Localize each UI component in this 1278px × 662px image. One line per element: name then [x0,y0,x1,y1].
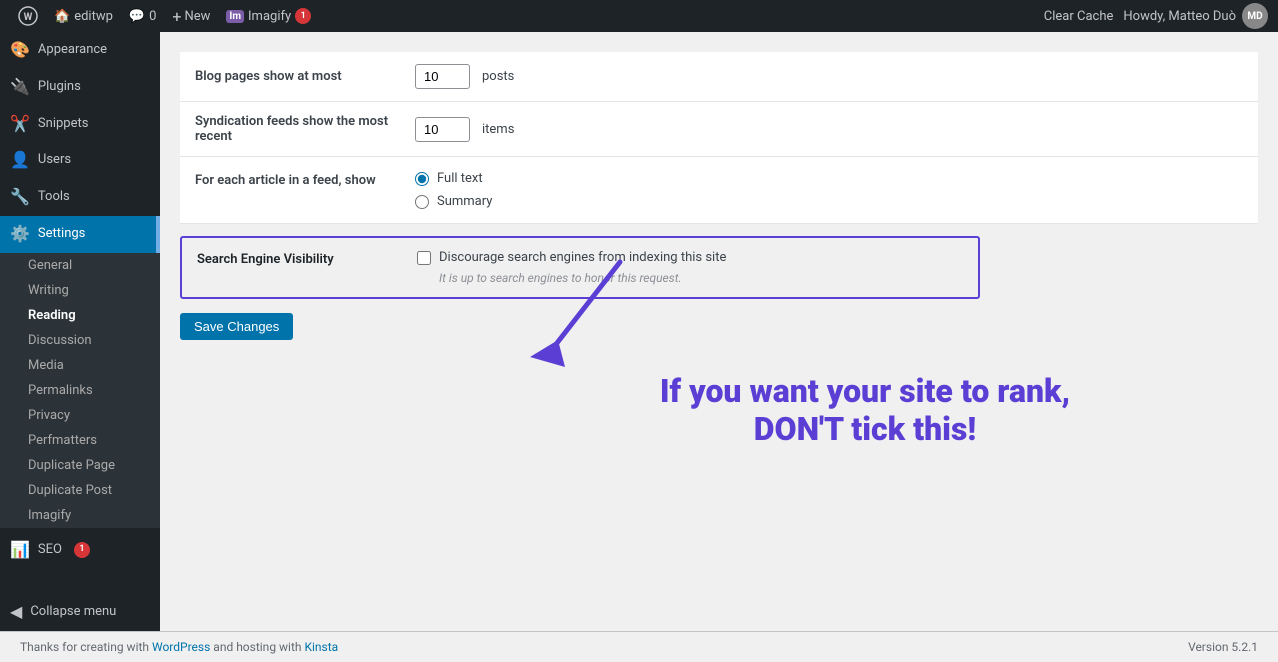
sidebar-sub-writing[interactable]: Writing [0,278,160,303]
sev-row: Search Engine Visibility Discourage sear… [197,250,963,285]
full-text-option[interactable]: Full text [415,171,492,186]
seo-icon: 📊 [10,540,30,561]
svg-text:W: W [24,12,33,23]
plugins-icon: 🔌 [10,77,30,98]
blog-pages-input[interactable] [415,64,470,89]
collapse-label: Collapse menu [30,604,116,621]
sidebar-sub-duplicate-page[interactable]: Duplicate Page [0,453,160,478]
sidebar-item-settings[interactable]: ⚙️ Settings [0,216,160,253]
sidebar-item-users[interactable]: 👤 Users [0,142,160,179]
collapse-icon: ◀ [10,602,22,623]
howdy-section: Howdy, Matteo Duò MD [1123,3,1268,29]
new-content-button[interactable]: + New [164,0,218,32]
sev-help-text: It is up to search engines to honor this… [439,271,963,285]
save-changes-button[interactable]: Save Changes [180,313,293,340]
syndication-input[interactable] [415,117,470,142]
feed-article-label: For each article in a feed, show [195,171,415,188]
appearance-icon: 🎨 [10,40,30,61]
main-layout: 🎨 Appearance 🔌 Plugins ✂️ Snippets 👤 Use… [0,32,1278,631]
blog-pages-unit: posts [482,69,514,84]
sidebar-sub-reading[interactable]: Reading [0,303,160,328]
site-name-link[interactable]: 🏠 editwp [46,0,121,32]
sidebar-item-seo[interactable]: 📊 SEO 1 [0,532,160,569]
search-engine-visibility-box: Search Engine Visibility Discourage sear… [180,236,980,299]
sidebar-item-label: Settings [38,226,85,243]
sidebar-item-label: Plugins [38,79,81,96]
sev-checkbox-label: Discourage search engines from indexing … [439,250,726,265]
sidebar-sub-imagify[interactable]: Imagify [0,503,160,528]
snippets-icon: ✂️ [10,114,30,135]
avatar: MD [1242,3,1268,29]
summary-radio[interactable] [415,195,429,209]
sidebar-collapse-menu[interactable]: ◀ Collapse menu [0,594,160,631]
clear-cache-button[interactable]: Clear Cache [1044,9,1114,24]
home-icon: 🏠 [54,9,70,24]
sidebar-item-snippets[interactable]: ✂️ Snippets [0,106,160,143]
users-icon: 👤 [10,150,30,171]
sidebar-item-label: Users [38,152,71,169]
seo-badge: 1 [74,542,90,558]
annotation-text: If you want your site to rank, DON'T tic… [640,372,1090,449]
sidebar-sub-discussion[interactable]: Discussion [0,328,160,353]
blog-pages-label: Blog pages show at most [195,69,415,84]
settings-sub-menu: General Writing Reading Discussion Media… [0,253,160,528]
site-name-text: editwp [74,9,113,24]
sidebar: 🎨 Appearance 🔌 Plugins ✂️ Snippets 👤 Use… [0,32,160,631]
footer: Thanks for creating with WordPress and h… [0,631,1278,662]
footer-kinsta-link[interactable]: Kinsta [304,640,338,654]
sidebar-item-tools[interactable]: 🔧 Tools [0,179,160,216]
sidebar-sub-permalinks[interactable]: Permalinks [0,378,160,403]
sidebar-sub-perfmatters[interactable]: Perfmatters [0,428,160,453]
full-text-label: Full text [437,171,483,186]
plus-icon: + [172,7,181,26]
sev-checkbox-row: Discourage search engines from indexing … [417,250,963,265]
footer-wordpress-link[interactable]: WordPress [152,640,210,654]
sidebar-sub-privacy[interactable]: Privacy [0,403,160,428]
sidebar-item-plugins[interactable]: 🔌 Plugins [0,69,160,106]
syndication-label: Syndication feeds show the most recent [195,114,415,144]
syndication-unit: items [482,122,514,137]
sev-checkbox[interactable] [417,251,431,265]
footer-hosting-text: and hosting with [213,640,304,654]
sidebar-item-label: Appearance [38,42,107,59]
feed-article-row: For each article in a feed, show Full te… [180,157,1258,224]
howdy-text: Howdy, Matteo Duò [1123,9,1236,24]
feed-article-options: Full text Summary [415,171,492,209]
imagify-icon: Im [226,10,244,23]
top-bar-right: Clear Cache Howdy, Matteo Duò MD [1044,3,1268,29]
summary-option[interactable]: Summary [415,194,492,209]
blog-pages-field: posts [415,64,1243,89]
content-area: Blog pages show at most posts Syndicatio… [160,32,1278,631]
blog-pages-row: Blog pages show at most posts [180,52,1258,102]
wp-logo-button[interactable]: W [10,0,46,32]
comments-icon: 💬 [129,9,145,24]
imagify-link[interactable]: Im Imagify 1 [218,0,319,32]
summary-label: Summary [437,194,492,209]
top-bar: W 🏠 editwp 💬 0 + New Im Imagify 1 Clear … [0,0,1278,32]
comments-link[interactable]: 💬 0 [121,0,165,32]
full-text-radio[interactable] [415,172,429,186]
footer-version: Version 5.2.1 [1188,640,1258,654]
settings-icon: ⚙️ [10,224,30,245]
top-bar-left: W 🏠 editwp 💬 0 + New Im Imagify 1 [10,0,319,32]
sidebar-sub-general[interactable]: General [0,253,160,278]
comments-count: 0 [149,9,156,24]
sidebar-item-label: Tools [38,189,70,206]
sidebar-item-appearance[interactable]: 🎨 Appearance [0,32,160,69]
sidebar-sub-media[interactable]: Media [0,353,160,378]
syndication-row: Syndication feeds show the most recent i… [180,102,1258,157]
imagify-badge: 1 [295,8,311,24]
sev-label: Search Engine Visibility [197,250,417,267]
wp-logo-icon: W [18,6,38,26]
imagify-label: Imagify [248,9,291,24]
sidebar-sub-duplicate-post[interactable]: Duplicate Post [0,478,160,503]
new-label: New [184,9,210,24]
footer-left: Thanks for creating with WordPress and h… [20,640,338,654]
sev-field: Discourage search engines from indexing … [417,250,963,285]
tools-icon: 🔧 [10,187,30,208]
syndication-field: items [415,117,1243,142]
sidebar-item-label: SEO [38,542,62,559]
footer-thanks: Thanks for creating with [20,640,152,654]
sidebar-item-label: Snippets [38,116,89,133]
